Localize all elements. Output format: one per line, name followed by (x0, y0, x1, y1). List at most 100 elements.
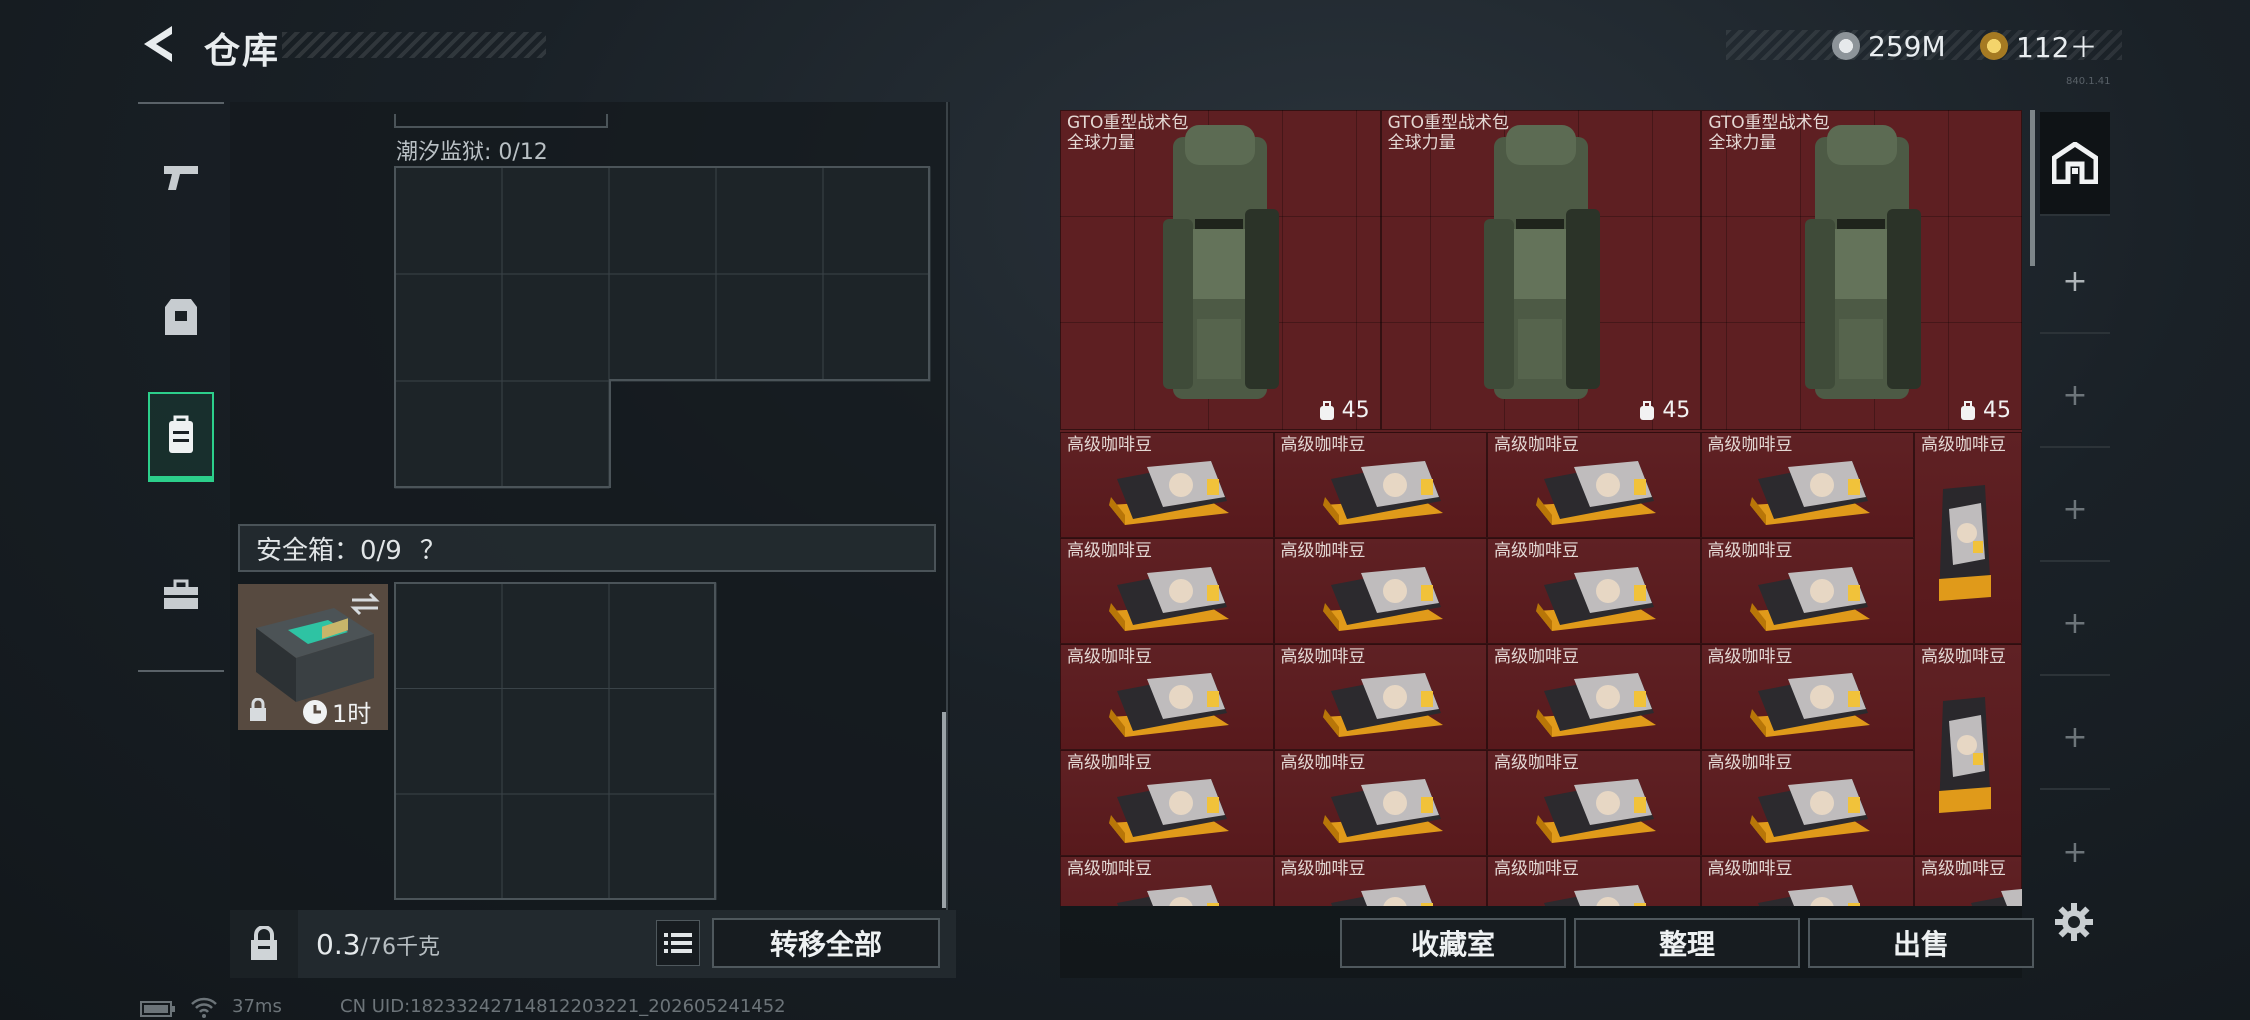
coffee-beans-item[interactable]: 高级咖啡豆 (1487, 856, 1701, 906)
add-page-button-5[interactable]: + (2040, 686, 2110, 790)
item-name: GTO重型战术包 (1387, 113, 1509, 133)
briefcase-icon (164, 579, 198, 609)
stash-page-rail: + + + + + + (2040, 112, 2110, 972)
tide-prison-slot[interactable] (394, 166, 503, 275)
tide-prison-slot[interactable] (608, 273, 717, 382)
coffee-beans-item[interactable]: 高级咖啡豆 (1700, 432, 1914, 538)
coffee-bag-image (1939, 485, 1991, 601)
coffee-beans-item[interactable]: 高级咖啡豆 (1700, 538, 1914, 644)
item-capacity: 45 (1318, 398, 1370, 423)
safe-box-slot[interactable] (501, 582, 610, 689)
item-capacity-value: 45 (1662, 398, 1691, 423)
safe-box-slot[interactable] (608, 582, 717, 689)
coffee-beans-item[interactable]: 高级咖啡豆 (1914, 856, 2022, 906)
swap-icon[interactable] (350, 592, 380, 616)
coffee-beans-item[interactable]: 高级咖啡豆 (1060, 750, 1274, 856)
item-name: 高级咖啡豆 (1067, 859, 1152, 879)
coffee-bag-image (1109, 673, 1229, 737)
add-page-button-6[interactable]: + (2040, 800, 2110, 904)
safe-box-slot[interactable] (394, 793, 503, 900)
back-arrow-icon[interactable] (138, 22, 182, 66)
safe-box-bar[interactable]: 安全箱：0/9 ？ (238, 524, 936, 572)
coffee-beans-item[interactable]: 高级咖啡豆 (1273, 432, 1487, 538)
coffee-bag-image (1749, 779, 1870, 843)
coffee-beans-item[interactable]: 高级咖啡豆 (1914, 644, 2022, 856)
coffee-beans-item[interactable]: 高级咖啡豆 (1273, 538, 1487, 644)
coffee-beans-item[interactable]: 高级咖啡豆 (1487, 432, 1701, 538)
item-capacity: 45 (1959, 398, 2011, 423)
add-page-button-4[interactable]: + (2040, 572, 2110, 676)
safe-box-label: 安全箱：0/9 (256, 535, 402, 566)
coffee-beans-item[interactable]: 高级咖啡豆 (1700, 856, 1914, 906)
rail-item-briefcase[interactable] (148, 552, 214, 638)
coffee-beans-item[interactable]: 高级咖啡豆 (1487, 750, 1701, 856)
safe-box-item[interactable]: 1时 (238, 584, 388, 730)
item-subtitle: 全球力量 (1708, 133, 1777, 153)
safe-box-slot[interactable] (501, 793, 610, 900)
rail-bottom-divider (138, 670, 224, 672)
left-scrollbar[interactable] (942, 712, 946, 908)
list-view-button[interactable] (656, 920, 700, 966)
tide-prison-slot[interactable] (501, 380, 610, 489)
backpack-image (1483, 125, 1600, 399)
weight-readout: 0.3/76千克 (316, 928, 440, 961)
tide-prison-slot[interactable] (822, 166, 931, 275)
backpack-image (1804, 125, 1921, 399)
lock-button[interactable] (230, 910, 298, 978)
backpack-item[interactable]: GTO重型战术包 全球力量 45 (1060, 110, 1381, 430)
add-page-button-1[interactable]: + (2040, 230, 2110, 334)
safe-box-slot[interactable] (501, 688, 610, 795)
tide-prison-slot[interactable] (608, 166, 717, 275)
coffee-beans-item[interactable]: 高级咖啡豆 (1700, 750, 1914, 856)
coffee-bag-image (1109, 567, 1229, 631)
backpack-small-icon (1640, 400, 1655, 420)
rail-item-armor[interactable] (148, 274, 214, 360)
coffee-beans-item[interactable]: 高级咖啡豆 (1060, 856, 1274, 906)
coffee-beans-item[interactable]: 高级咖啡豆 (1914, 432, 2022, 644)
coffee-beans-item[interactable]: 高级咖啡豆 (1060, 644, 1274, 750)
coffee-bag-image (1109, 461, 1229, 525)
safe-box-slot[interactable] (394, 688, 503, 795)
coffee-beans-item[interactable]: 高级咖啡豆 (1273, 750, 1487, 856)
coffee-beans-item[interactable]: 高级咖啡豆 (1487, 538, 1701, 644)
coffee-bag-image (1757, 885, 1860, 906)
backpack-item[interactable]: GTO重型战术包 全球力量 45 (1380, 110, 1702, 430)
safe-box-slot[interactable] (394, 582, 503, 689)
coffee-beans-item[interactable]: 高级咖啡豆 (1060, 538, 1274, 644)
add-page-button-2[interactable]: + (2040, 344, 2110, 448)
tide-prison-slot[interactable] (394, 273, 503, 382)
tide-prison-slot[interactable] (501, 166, 610, 275)
stash-scrollbar[interactable] (2030, 110, 2035, 266)
stash-page-main[interactable] (2040, 112, 2110, 216)
tide-prison-slot[interactable] (822, 273, 931, 382)
gold-currency[interactable]: 112＋ (1980, 30, 2097, 64)
coffee-beans-item[interactable]: 高级咖啡豆 (1060, 432, 1274, 538)
rail-item-backpack[interactable] (148, 392, 214, 482)
item-name: GTO重型战术包 (1067, 113, 1189, 133)
transfer-all-button[interactable]: 转移全部 (712, 918, 940, 968)
sell-button[interactable]: 出售 (1808, 918, 2034, 968)
coffee-beans-item[interactable]: 高级咖啡豆 (1273, 856, 1487, 906)
tide-prison-slot[interactable] (501, 273, 610, 382)
tide-prison-slot[interactable] (715, 273, 824, 382)
collection-room-button[interactable]: 收藏室 (1340, 918, 1566, 968)
coffee-beans-item[interactable]: 高级咖啡豆 (1487, 644, 1701, 750)
backpack-item[interactable]: GTO重型战术包 全球力量 45 (1701, 110, 2022, 430)
item-name: 高级咖啡豆 (1707, 647, 1793, 667)
coffee-beans-item[interactable]: 高级咖啡豆 (1700, 644, 1914, 750)
sort-button[interactable]: 整理 (1574, 918, 1800, 968)
tide-prison-slot[interactable] (394, 380, 503, 489)
safe-box-grid[interactable] (394, 582, 718, 902)
tide-prison-slot[interactable] (715, 166, 824, 275)
tide-prison-grid[interactable] (394, 166, 932, 490)
backpack-small-icon (1960, 400, 1975, 420)
item-name: 高级咖啡豆 (1494, 541, 1579, 561)
rail-item-weapons[interactable] (148, 134, 214, 220)
help-icon[interactable]: ？ (420, 530, 446, 567)
coffee-beans-item[interactable]: 高级咖啡豆 (1273, 644, 1487, 750)
settings-gear-icon[interactable] (2054, 902, 2094, 942)
stash-grid[interactable]: GTO重型战术包 全球力量 45 GTO重型战术包 全球力量 45 GTO重型战术包 全球力量… (1060, 110, 2022, 906)
safe-box-slot[interactable] (608, 688, 717, 795)
safe-box-slot[interactable] (608, 793, 717, 900)
add-page-button-3[interactable]: + (2040, 458, 2110, 562)
